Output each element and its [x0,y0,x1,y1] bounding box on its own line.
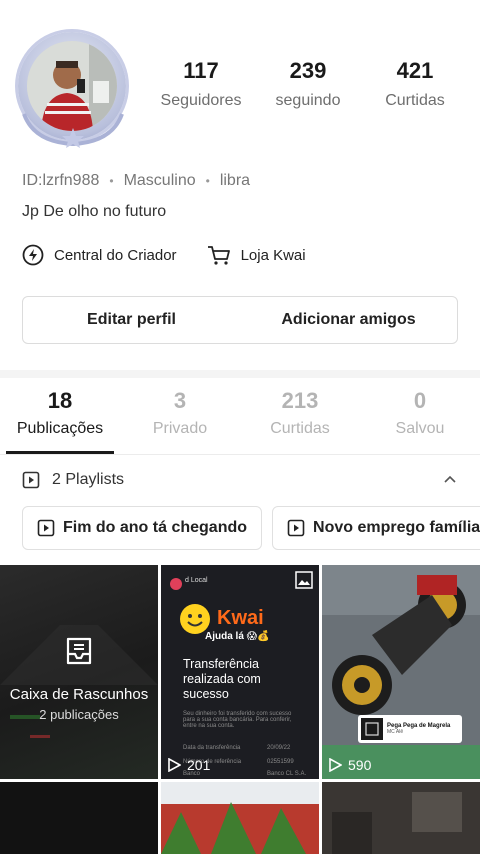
song-artist: MC Alê [387,729,404,735]
tab-private[interactable]: 3 Privado [120,388,240,454]
drafts-count: 2 publicações [39,707,119,722]
help-caption: Ajuda lá 😱💰 [205,631,270,642]
sender-label: d Local [185,577,208,584]
tab-likes[interactable]: 213 Curtidas [240,388,360,454]
shop-link[interactable]: Loja Kwai [207,244,306,266]
garden-photo [161,782,319,854]
creator-center-label: Central do Criador [54,246,177,264]
music-card[interactable]: Pega Pega de Magrela MC Alê [358,715,462,743]
transfer-bank: Banco CL S.A. [267,771,307,777]
likes-stat[interactable]: 421 Curtidas [362,58,468,110]
profile-stats: 117 Seguidores 239 seguindo 421 Curtidas [148,58,468,110]
tab-label: Privado [152,420,208,437]
lightning-icon [22,244,44,266]
post-thumbnail[interactable] [0,782,158,854]
following-label: seguindo [275,92,341,109]
transfer-date: 20/09/22 [267,745,291,751]
playlist-icon [287,519,305,537]
playlist-name: Fim do ano tá chegando [63,519,248,536]
separator-dot: • [205,174,210,188]
tab-saved[interactable]: 0 Salvou [360,388,480,454]
play-icon [168,758,181,772]
playlist-chip[interactable]: Fim do ano tá chegando [22,506,263,550]
playlist-name: Novo emprego família [313,519,480,536]
transfer-ref: 02551599 [267,759,294,765]
edit-profile-button[interactable]: Editar perfil [23,297,240,343]
post-thumbnail[interactable]: d Local Kwai Ajuda lá 😱💰 Transferência r… [161,565,319,779]
profile-links: Central do Criador Loja Kwai [22,244,306,266]
tab-count: 213 [281,388,319,413]
tab-count: 3 [173,388,187,413]
inbox-icon [66,637,92,665]
followers-label: Seguidores [160,92,242,109]
views-number: 590 [348,757,372,773]
likes-count: 421 [396,58,434,83]
transfer-date-label: Data da transferência [183,745,241,751]
play-icon [329,758,342,772]
followers-count: 117 [183,58,219,83]
separator-dot: • [109,174,114,188]
gender: Masculino [123,172,196,189]
tab-count: 18 [47,388,73,413]
view-count: 590 [328,757,371,773]
album-art-icon [361,718,383,740]
tabs-border [0,454,480,455]
avatar-icon [170,578,182,590]
playlists-header[interactable]: 2 Playlists [22,468,458,492]
followers-stat[interactable]: 117 Seguidores [148,58,254,110]
post-thumbnail[interactable]: Pega Pega de Magrela MC Alê 590 [322,565,480,779]
image-icon [295,571,313,589]
posts-grid: Caixa de Rascunhos 2 publicações d Local… [0,565,480,854]
room-photo [322,782,480,854]
profile-header: 117 Seguidores 239 seguindo 421 Curtidas [0,0,480,160]
kwai-brand: Kwai [217,607,264,629]
playlists-count: 2 Playlists [52,471,125,488]
user-id: ID:lzrfn988 [22,172,100,189]
following-count: 239 [289,58,327,83]
tab-label: Curtidas [270,420,330,437]
profile-actions: Editar perfil Adicionar amigos [22,296,458,344]
post-thumbnail[interactable] [322,782,480,854]
zodiac-sign: libra [219,172,251,189]
laurel-badge-icon [22,113,124,148]
post-thumbnail[interactable] [161,782,319,854]
following-stat[interactable]: 239 seguindo [255,58,361,110]
tab-label: Publicações [16,420,104,437]
transfer-note: Seu dinheiro foi transferido com sucesso… [183,711,292,729]
likes-label: Curtidas [385,92,445,109]
tab-count: 0 [413,388,427,413]
add-friends-button[interactable]: Adicionar amigos [240,297,457,343]
transfer-title: Transferência realizada com sucesso [183,657,261,701]
section-divider [0,370,480,378]
shopping-cart-icon [207,246,230,265]
drafts-box[interactable]: Caixa de Rascunhos 2 publicações [0,565,158,779]
bio: Jp De olho no futuro [22,203,167,220]
playlist-icon [22,471,40,489]
playlist-chip[interactable]: Novo emprego família [272,506,480,550]
views-number: 201 [187,757,211,773]
avatar[interactable] [14,28,132,148]
drafts-title: Caixa de Rascunhos [9,686,149,703]
motorbike-photo [322,565,480,779]
music-info: Pega Pega de Magrela MC Alê [387,723,450,735]
playlist-icon [37,519,55,537]
tab-publications[interactable]: 18 Publicações [0,388,120,454]
view-count: 201 [167,757,210,773]
playlist-chips: Fim do ano tá chegando Novo emprego famí… [22,506,480,550]
chevron-up-icon[interactable] [442,472,458,488]
profile-meta: ID:lzrfn988 • Masculino • libra [22,172,250,190]
shop-label: Loja Kwai [240,246,306,264]
drafts-info: Caixa de Rascunhos 2 publicações [0,635,158,722]
tab-label: Salvou [395,420,445,437]
content-tabs: 18 Publicações 3 Privado 213 Curtidas 0 … [0,388,480,454]
creator-center-link[interactable]: Central do Criador [22,244,177,266]
